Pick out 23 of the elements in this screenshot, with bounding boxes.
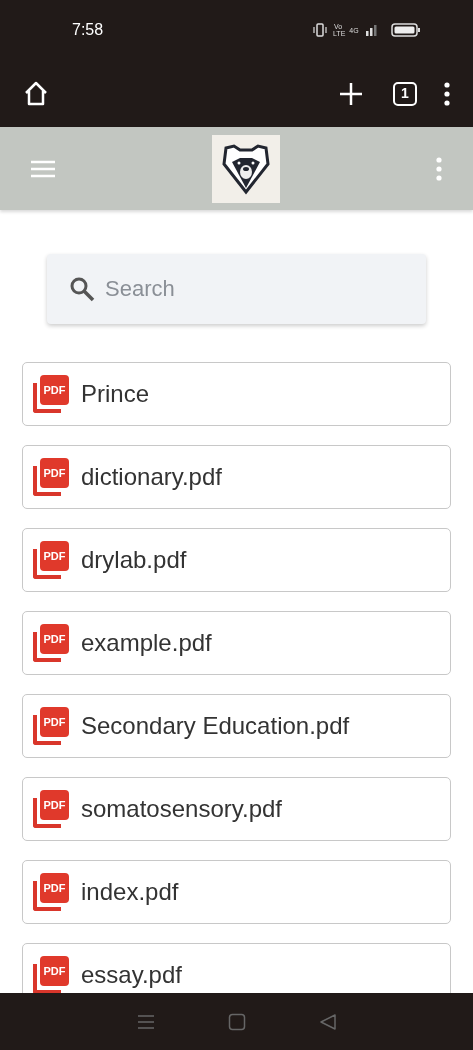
file-item[interactable]: PDF dictionary.pdf [22, 445, 451, 509]
file-item[interactable]: PDF Secondary Education.pdf [22, 694, 451, 758]
vibrate-icon [313, 23, 327, 37]
clock-time: 7:58 [72, 20, 104, 40]
more-icon [435, 156, 443, 181]
file-item[interactable]: PDF example.pdf [22, 611, 451, 675]
recent-apps-icon [136, 1013, 155, 1030]
square-icon [227, 1012, 246, 1031]
signal-icon [365, 23, 379, 37]
tab-count-button[interactable]: 1 [393, 81, 417, 106]
battery-icon [391, 23, 421, 37]
bear-logo[interactable] [211, 134, 280, 203]
menu-icon [30, 158, 56, 179]
file-item[interactable]: PDF index.pdf [22, 860, 451, 924]
file-item[interactable]: PDF somatosensory.pdf [22, 777, 451, 841]
file-item[interactable]: PDF drylab.pdf [22, 528, 451, 592]
search-field[interactable]: Search [47, 254, 426, 324]
back-icon [318, 1012, 337, 1031]
plus-icon [339, 81, 363, 106]
file-item[interactable]: PDF Prince [22, 362, 451, 426]
file-item[interactable]: PDF essay.pdf [22, 943, 451, 993]
search-icon [69, 276, 95, 302]
more-icon [443, 81, 451, 106]
